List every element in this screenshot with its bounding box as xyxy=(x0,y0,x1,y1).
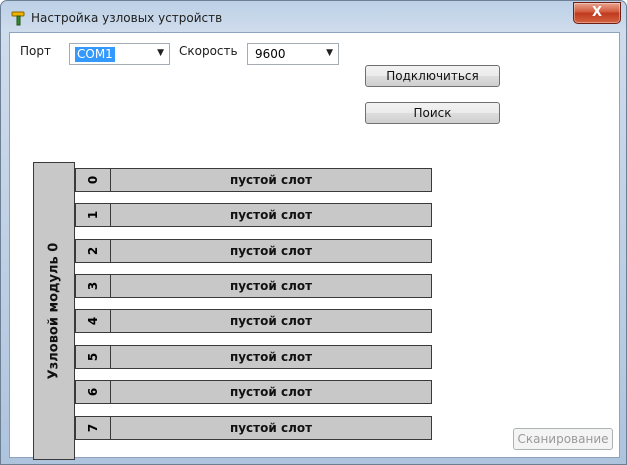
slot-number: 6 xyxy=(75,380,111,404)
slot-row[interactable]: 6 пустой слот xyxy=(75,380,432,404)
slot-number: 7 xyxy=(75,416,111,440)
slot-name: пустой слот xyxy=(111,239,432,263)
chevron-down-icon: ▼ xyxy=(326,48,333,58)
chevron-down-icon: ▼ xyxy=(157,48,164,58)
scan-button[interactable]: Сканирование xyxy=(513,428,613,450)
speed-select-value: 9600 xyxy=(255,47,286,61)
slot-name: пустой слот xyxy=(111,274,432,298)
slot-number: 0 xyxy=(75,168,111,192)
app-window: Настройка узловых устройств X Порт COM1 … xyxy=(0,0,627,465)
slot-number-text: 4 xyxy=(86,316,100,326)
slot-name: пустой слот xyxy=(111,168,432,192)
node-module-label: Узловой модуль 0 xyxy=(46,242,62,380)
slot-name: пустой слот xyxy=(111,203,432,227)
slot-number: 5 xyxy=(75,345,111,369)
slot-number-text: 3 xyxy=(86,281,100,291)
speed-select[interactable]: 9600 ▼ xyxy=(247,43,339,65)
slot-number: 3 xyxy=(75,274,111,298)
slot-row[interactable]: 7 пустой слот xyxy=(75,416,432,440)
slot-number-text: 7 xyxy=(86,423,100,433)
slot-number-text: 2 xyxy=(86,246,100,256)
slot-name: пустой слот xyxy=(111,309,432,333)
connect-button[interactable]: Подключиться xyxy=(365,65,500,87)
close-button[interactable]: X xyxy=(573,2,621,24)
port-select-value: COM1 xyxy=(75,47,115,62)
node-module: Узловой модуль 0 xyxy=(33,162,75,460)
title-bar[interactable]: Настройка узловых устройств X xyxy=(1,1,626,35)
slot-number-text: 0 xyxy=(86,175,100,185)
port-select[interactable]: COM1 ▼ xyxy=(69,43,170,65)
slot-number: 2 xyxy=(75,239,111,263)
slot-number-text: 1 xyxy=(86,210,100,220)
slot-name: пустой слот xyxy=(111,416,432,440)
window-title: Настройка узловых устройств xyxy=(31,11,223,25)
search-button[interactable]: Поиск xyxy=(365,102,500,124)
slot-row[interactable]: 2 пустой слот xyxy=(75,239,432,263)
speed-label: Скорость xyxy=(179,44,238,58)
client-area: Порт COM1 ▼ Скорость 9600 ▼ Подключиться… xyxy=(9,32,620,460)
slot-row[interactable]: 4 пустой слот xyxy=(75,309,432,333)
slot-row[interactable]: 1 пустой слот xyxy=(75,203,432,227)
hammer-icon xyxy=(10,10,26,26)
slot-number-text: 6 xyxy=(86,387,100,397)
slot-number: 1 xyxy=(75,203,111,227)
slot-row[interactable]: 0 пустой слот xyxy=(75,168,432,192)
slot-name: пустой слот xyxy=(111,380,432,404)
slot-name: пустой слот xyxy=(111,345,432,369)
close-icon: X xyxy=(591,5,603,20)
slot-row[interactable]: 5 пустой слот xyxy=(75,345,432,369)
slot-number-text: 5 xyxy=(86,352,100,362)
port-label: Порт xyxy=(20,44,51,58)
slot-row[interactable]: 3 пустой слот xyxy=(75,274,432,298)
slot-number: 4 xyxy=(75,309,111,333)
